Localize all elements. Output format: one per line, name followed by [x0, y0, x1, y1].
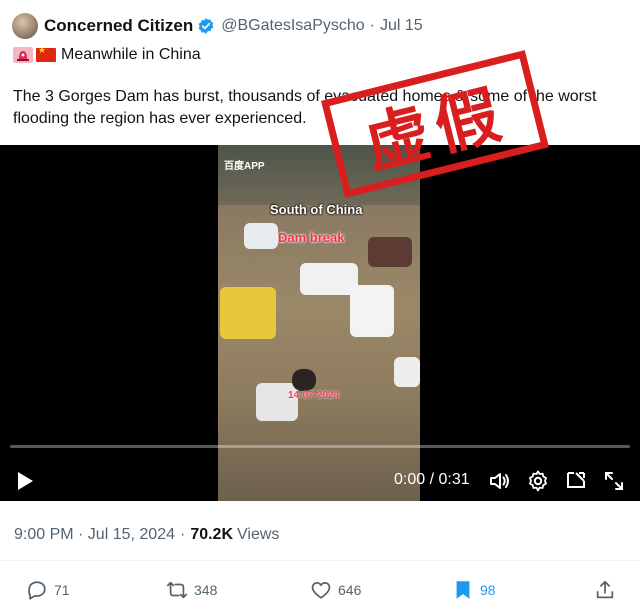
author-handle[interactable]: @BGatesIsaPyscho — [221, 17, 364, 35]
video-overlay-caption: Dam break — [278, 230, 345, 245]
video-overlay-location: South of China — [270, 202, 363, 217]
video-app-tag: 百度APP — [224, 161, 265, 172]
share-button[interactable] — [594, 576, 622, 604]
reply-count: 71 — [54, 582, 70, 598]
car-white-right — [394, 357, 420, 387]
settings-gear-icon[interactable] — [526, 469, 550, 493]
post-line1-text: Meanwhile in China — [61, 46, 201, 63]
siren-icon — [13, 47, 33, 63]
reply-button[interactable]: 71 — [26, 576, 70, 604]
repost-icon — [166, 581, 188, 599]
car-overturned — [256, 383, 298, 421]
repost-button[interactable]: 348 — [166, 576, 217, 604]
post-header: Concerned Citizen @BGatesIsaPyscho · Jul… — [12, 10, 423, 42]
share-icon — [596, 580, 614, 599]
meta-separator: · — [179, 526, 186, 543]
person-on-car — [292, 369, 316, 391]
volume-icon[interactable] — [488, 469, 512, 493]
fullscreen-icon[interactable] — [602, 469, 626, 493]
bookmark-icon — [456, 581, 470, 599]
post-line1: Meanwhile in China — [13, 44, 201, 66]
video-player[interactable]: 百度APP South of China Dam break 14-07-202… — [0, 145, 640, 501]
like-icon — [311, 581, 331, 599]
divider — [0, 560, 640, 561]
action-bar: 71 348 646 98 — [0, 576, 640, 604]
car-yellow-taxi — [220, 287, 276, 339]
play-icon[interactable] — [14, 470, 36, 492]
video-time: 0:00 / 0:31 — [394, 471, 470, 488]
car-dark — [368, 237, 412, 267]
post-timestamp[interactable]: 9:00 PM · Jul 15, 2024 — [14, 526, 175, 544]
post-meta: 9:00 PM · Jul 15, 2024 · 70.2K Views — [14, 526, 279, 544]
china-flag-icon — [36, 46, 56, 62]
like-button[interactable]: 646 — [310, 576, 361, 604]
video-progress-bar[interactable] — [10, 445, 630, 448]
reply-icon — [28, 581, 46, 600]
repost-count: 348 — [194, 582, 218, 598]
video-overlay-date: 14-07-2024 — [288, 390, 340, 401]
car-white-suv — [350, 285, 394, 337]
avatar[interactable] — [12, 13, 38, 39]
views-label: Views — [237, 526, 280, 543]
separator-dot: · — [369, 17, 375, 34]
bookmark-count: 98 — [480, 582, 496, 598]
post-date[interactable]: Jul 15 — [380, 17, 423, 35]
verified-badge-icon — [198, 18, 214, 34]
author-name[interactable]: Concerned Citizen — [44, 16, 193, 36]
like-count: 646 — [338, 582, 362, 598]
car-white — [244, 223, 278, 249]
pip-icon[interactable] — [564, 469, 588, 493]
bookmark-button[interactable]: 98 — [452, 576, 496, 604]
views-count: 70.2K — [190, 526, 234, 543]
